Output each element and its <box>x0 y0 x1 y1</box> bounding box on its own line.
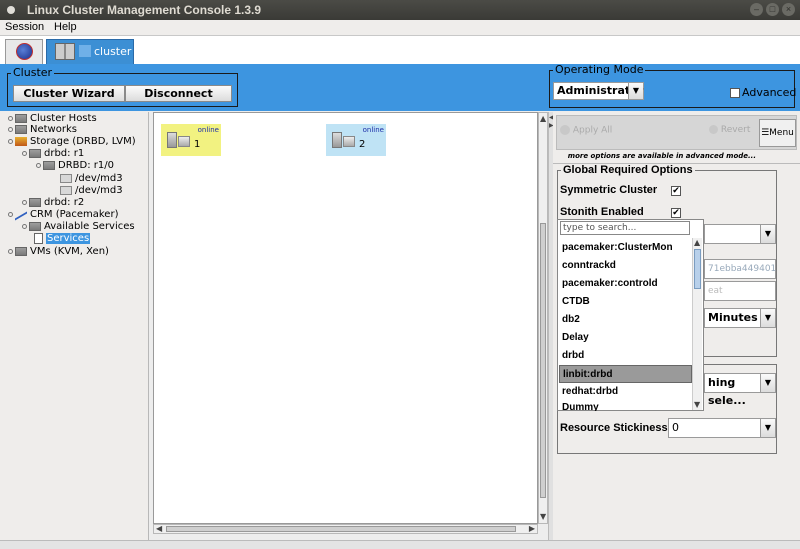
apply-icon <box>560 125 570 135</box>
operating-mode-label: Operating Mode <box>553 63 646 76</box>
advanced-checkbox[interactable] <box>730 88 740 98</box>
dropdown-item[interactable]: pacemaker:ClusterMon <box>559 239 692 257</box>
folder-icon <box>15 124 27 134</box>
revert-button[interactable]: Revert <box>709 125 750 135</box>
server-icon <box>343 136 355 147</box>
nothing-selected-select[interactable]: hing sele... ▼ <box>704 373 776 407</box>
chevron-down-icon: ▼ <box>628 83 643 99</box>
dropdown-scrollbar[interactable]: ▲ ▼ <box>692 238 702 410</box>
canvas-vertical-scrollbar[interactable]: ▲ ▼ <box>538 112 548 524</box>
crm-icon <box>15 207 27 221</box>
dropdown-item[interactable]: CTDB <box>559 293 692 311</box>
tree-item-services[interactable]: Services <box>34 232 91 245</box>
navigation-tree: Cluster Hosts Networks Storage (DRBD, LV… <box>0 112 149 540</box>
title-bar: Linux Cluster Management Console 1.3.9 –… <box>0 0 800 20</box>
dropdown-item[interactable]: Delay <box>559 329 692 347</box>
folder-icon <box>29 197 41 207</box>
tree-item-vms[interactable]: VMs (KVM, Xen) <box>8 245 109 258</box>
chevron-down-icon: ▼ <box>760 309 775 327</box>
status-bar <box>0 540 800 549</box>
cluster-name-select[interactable]: ▼ <box>704 224 776 244</box>
host-status: online <box>197 126 219 134</box>
dropdown-item[interactable]: redhat:drbd <box>559 383 692 401</box>
resource-stickiness-select[interactable]: 0 ▼ <box>668 418 776 438</box>
folder-icon <box>15 246 27 256</box>
cluster-color-icon <box>79 45 91 57</box>
document-icon <box>34 232 43 244</box>
action-toolbar: Apply All Revert ☰Menu <box>556 115 797 150</box>
symmetric-cluster-label: Symmetric Cluster <box>560 184 658 196</box>
tab-cluster-label: cluster <box>94 45 132 58</box>
cluster-wizard-button[interactable]: Cluster Wizard <box>13 85 125 102</box>
menu-button[interactable]: ☰Menu <box>759 119 796 147</box>
dropdown-search-input[interactable]: type to search... <box>560 221 690 235</box>
operating-mode-group: Operating Mode Administrator ▼ Advanced <box>549 64 797 108</box>
dropdown-item[interactable]: pacemaker:controld <box>559 275 692 293</box>
global-options-label: Global Required Options <box>561 164 695 176</box>
tab-home[interactable] <box>5 39 43 64</box>
dropdown-item[interactable]: conntrackd <box>559 257 692 275</box>
tab-cluster[interactable]: cluster <box>46 39 134 65</box>
folder-icon <box>15 113 27 123</box>
cluster-group: Cluster Cluster Wizard Disconnect <box>7 67 238 107</box>
folder-icon <box>43 160 55 170</box>
host-node-2[interactable]: online 2 <box>326 124 386 156</box>
tree-item-drbd-r1-0[interactable]: DRBD: r1/0 <box>36 159 114 172</box>
host-label: 2 <box>359 139 366 150</box>
dropdown-item[interactable]: db2 <box>559 311 692 329</box>
revert-icon <box>709 125 718 134</box>
dropdown-item-selected[interactable]: linbit:drbd <box>559 365 692 383</box>
chevron-down-icon: ▼ <box>760 419 775 437</box>
dropdown-item[interactable]: drbd <box>559 347 692 365</box>
host-status: online <box>362 126 384 134</box>
menu-icon: ☰ <box>761 128 770 138</box>
chevron-down-icon: ▼ <box>760 374 775 392</box>
menu-help[interactable]: Help <box>54 21 77 33</box>
folder-icon <box>29 221 41 231</box>
faded-field-2: eat <box>704 281 776 301</box>
chevron-down-icon: ▼ <box>760 225 775 243</box>
close-window-icon[interactable] <box>7 6 15 14</box>
menu-session[interactable]: Session <box>5 21 44 33</box>
cluster-control-bar: Cluster Cluster Wizard Disconnect Operat… <box>0 64 800 111</box>
host-label: 1 <box>194 139 201 150</box>
advanced-mode-note: more options are available in advanced m… <box>567 152 756 160</box>
storage-icon <box>15 136 27 146</box>
cluster-graph-canvas[interactable]: online 1 online 2 <box>153 112 538 524</box>
server-icon <box>178 136 190 147</box>
stonith-enabled-checkbox[interactable]: ✔ <box>671 208 681 218</box>
close-icon[interactable]: × <box>782 3 795 16</box>
operating-mode-select[interactable]: Administrator ▼ <box>553 82 644 100</box>
interval-unit-select[interactable]: Minutes ▼ <box>704 308 776 328</box>
servers-icon <box>55 43 75 60</box>
resource-stickiness-label: Resource Stickiness <box>560 422 668 434</box>
dropdown-item[interactable]: Dummy <box>559 401 692 411</box>
service-type-dropdown[interactable]: type to search... pacemaker:ClusterMon c… <box>557 219 704 411</box>
advanced-label: Advanced <box>742 86 797 99</box>
disconnect-button[interactable]: Disconnect <box>125 85 232 102</box>
disk-icon <box>60 173 72 183</box>
folder-icon <box>29 148 41 158</box>
cluster-group-label: Cluster <box>11 66 55 79</box>
maximize-icon[interactable]: □ <box>766 3 779 16</box>
menu-bar: Session Help <box>0 20 800 36</box>
canvas-horizontal-scrollbar[interactable]: ◀ ▶ <box>153 524 538 534</box>
server-icon <box>167 132 177 148</box>
host-node-1[interactable]: online 1 <box>161 124 221 156</box>
server-icon <box>332 132 342 148</box>
minimize-icon[interactable]: – <box>750 3 763 16</box>
symmetric-cluster-checkbox[interactable]: ✔ <box>671 186 681 196</box>
apply-all-button[interactable]: Apply All <box>560 125 612 136</box>
disk-icon <box>60 185 72 195</box>
faded-field-1: 71ebba449401 <box>704 259 776 279</box>
globe-icon <box>16 43 33 60</box>
window-title: Linux Cluster Management Console 1.3.9 <box>27 3 262 17</box>
stonith-enabled-label: Stonith Enabled <box>560 206 644 218</box>
